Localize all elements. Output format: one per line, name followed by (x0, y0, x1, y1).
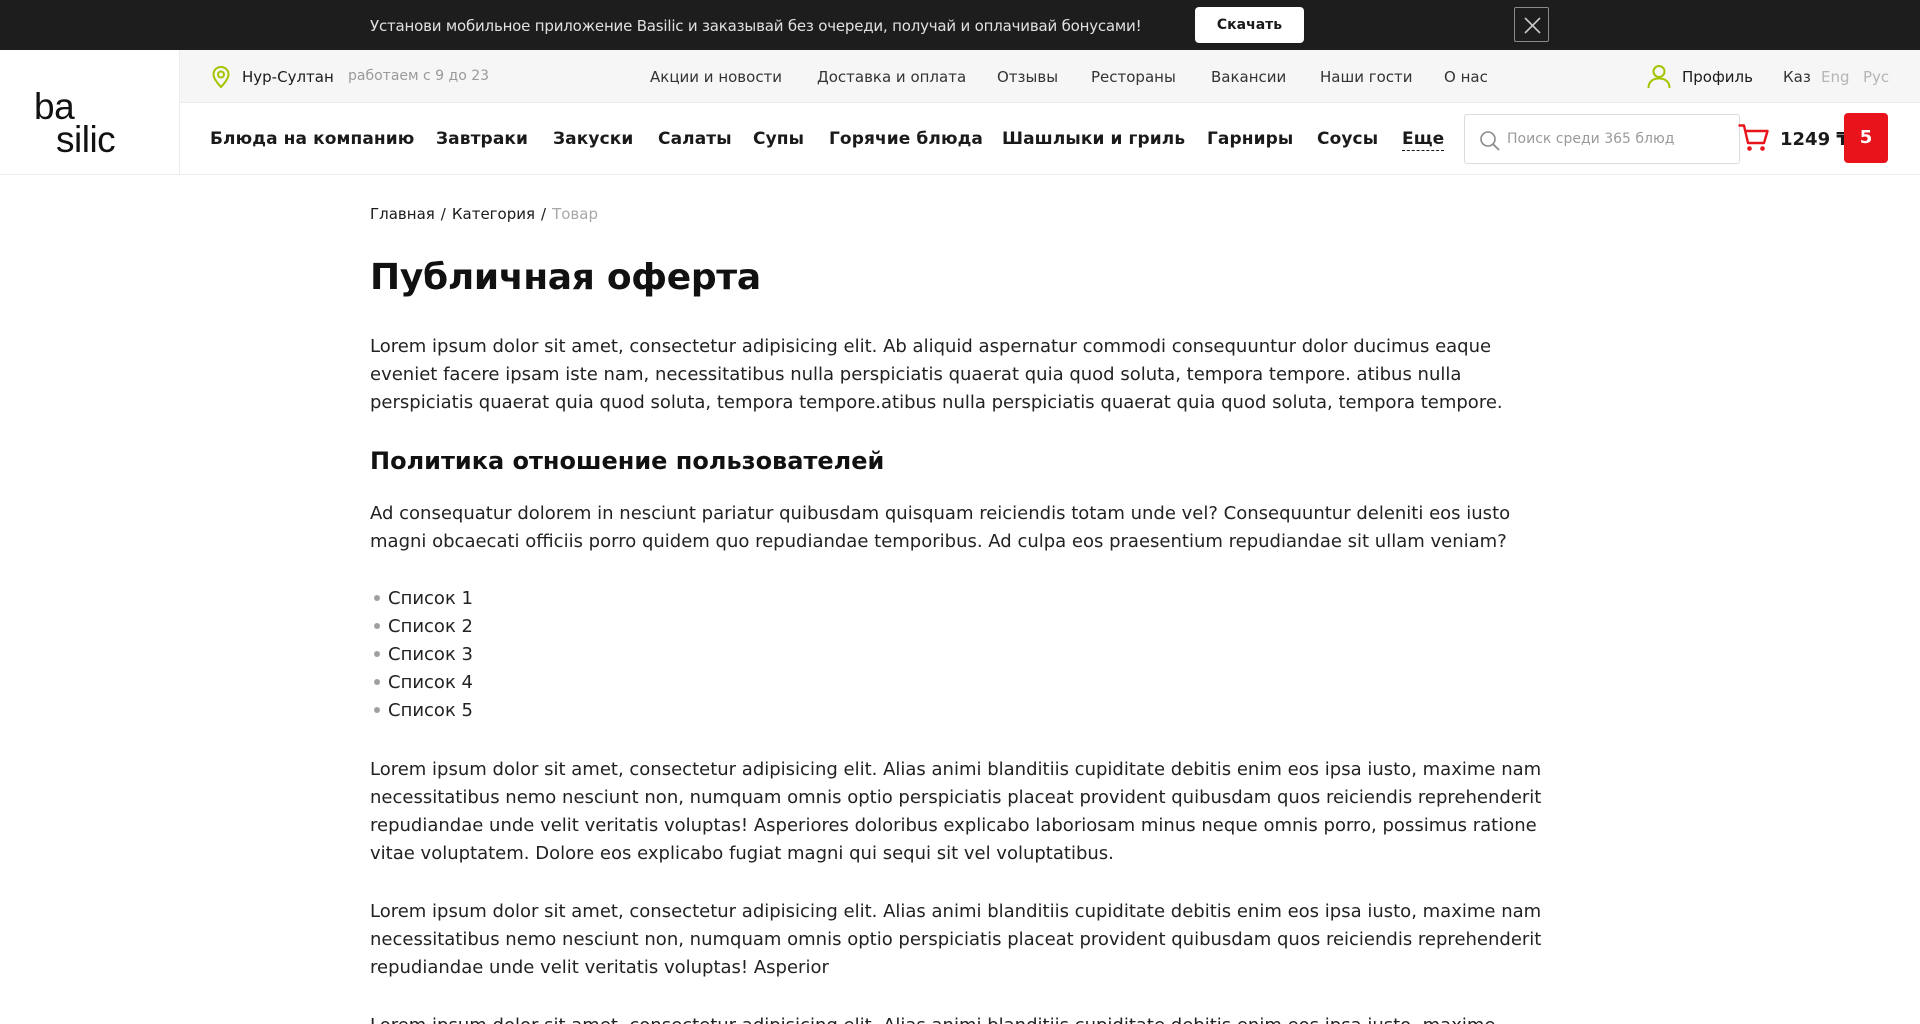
category-grill[interactable]: Шашлыки и гриль (1002, 129, 1185, 149)
nav-link-about[interactable]: О нас (1444, 68, 1488, 86)
list-item-label: Список 3 (388, 644, 473, 665)
category-sauces[interactable]: Соусы (1317, 129, 1378, 149)
nav-link-vacancies[interactable]: Вакансии (1211, 68, 1286, 86)
logo[interactable]: ba silic (34, 88, 116, 160)
category-company-dishes[interactable]: Блюда на компанию (210, 129, 414, 149)
profile-link[interactable]: Профиль (1682, 68, 1753, 86)
search-icon (1480, 131, 1500, 151)
category-sides[interactable]: Гарниры (1207, 129, 1293, 149)
category-snacks[interactable]: Закуски (553, 129, 633, 149)
list-item-label: Список 2 (388, 616, 473, 637)
location-pin-icon (212, 65, 230, 89)
category-more-dropdown[interactable]: Еще (1402, 129, 1445, 151)
category-hot-dishes[interactable]: Горячие блюда (829, 129, 983, 149)
promo-banner: Установи мобильное приложение Basilic и … (0, 0, 1920, 50)
search-box (1464, 114, 1740, 164)
bullet-icon (374, 622, 380, 629)
search-input[interactable] (1507, 127, 1727, 151)
city-selector[interactable]: Нур-Султан (242, 68, 334, 86)
download-app-button[interactable]: Скачать (1195, 7, 1304, 43)
section-paragraph: Ad consequatur dolorem in nesciunt paria… (370, 503, 1511, 552)
lang-kaz[interactable]: Каз (1783, 68, 1811, 86)
cart-total[interactable]: 1249 ₸ (1780, 129, 1849, 150)
lang-rus[interactable]: Рус (1863, 68, 1889, 86)
category-nav: Блюда на компанию Завтраки Закуски Салат… (180, 103, 1920, 174)
intro-paragraph: Lorem ipsum dolor sit amet, consectetur … (370, 336, 1503, 413)
nav-link-reviews[interactable]: Отзывы (997, 68, 1058, 86)
logo-area: ba silic (0, 50, 180, 174)
breadcrumb: Главная / Категория / Товар (370, 205, 598, 223)
promo-close-button[interactable] (1514, 7, 1549, 42)
working-hours: работаем с 9 до 23 (348, 68, 490, 84)
user-icon[interactable] (1646, 63, 1672, 89)
section-title: Политика отношение пользователей (370, 447, 885, 475)
category-breakfasts[interactable]: Завтраки (436, 129, 528, 149)
category-soups[interactable]: Супы (753, 129, 804, 149)
breadcrumb-current: Товар (552, 205, 598, 223)
list-item: Список 2 (370, 613, 473, 641)
list-item-label: Список 1 (388, 588, 473, 609)
breadcrumb-separator: / (440, 205, 446, 223)
body-paragraph-3: Lorem ipsum dolor sit amet, consectetur … (370, 901, 1542, 978)
category-salads[interactable]: Салаты (658, 129, 732, 149)
lang-eng[interactable]: Eng (1821, 68, 1850, 86)
close-icon (1524, 17, 1541, 34)
breadcrumb-category[interactable]: Категория (452, 205, 535, 223)
list-item: Список 3 (370, 641, 473, 669)
bullet-icon (374, 706, 380, 713)
list-item-label: Список 5 (388, 700, 473, 721)
list-item: Список 4 (370, 669, 473, 697)
list-item: Список 1 (370, 585, 473, 613)
bullet-icon (374, 650, 380, 657)
list-item-label: Список 4 (388, 672, 473, 693)
breadcrumb-home[interactable]: Главная (370, 205, 435, 223)
nav-link-guests[interactable]: Наши гости (1320, 68, 1413, 86)
promo-text: Установи мобильное приложение Basilic и … (370, 17, 1142, 35)
cart-count-badge[interactable]: 5 (1844, 113, 1888, 163)
body-paragraph-2: Lorem ipsum dolor sit amet, consectetur … (370, 759, 1542, 864)
breadcrumb-separator: / (541, 205, 547, 223)
bullet-list: Список 1 Список 2 Список 3 Список 4 Спис… (370, 585, 473, 725)
nav-link-delivery[interactable]: Доставка и оплата (817, 68, 966, 86)
site-header: ba silic Нур-Султан работаем с 9 до 23 А… (0, 50, 1920, 175)
body-paragraph-4: Lorem ipsum dolor sit amet, consectetur … (370, 1012, 1550, 1024)
cart-icon[interactable] (1738, 123, 1770, 153)
nav-link-restaurants[interactable]: Рестораны (1091, 68, 1176, 86)
logo-line-2: silic (56, 119, 116, 160)
bullet-icon (374, 678, 380, 685)
bullet-icon (374, 594, 380, 601)
page-title: Публичная оферта (370, 257, 761, 298)
nav-link-promotions[interactable]: Акции и новости (650, 68, 782, 86)
list-item: Список 5 (370, 697, 473, 725)
top-info-bar: Нур-Султан работаем с 9 до 23 Акции и но… (180, 50, 1920, 103)
